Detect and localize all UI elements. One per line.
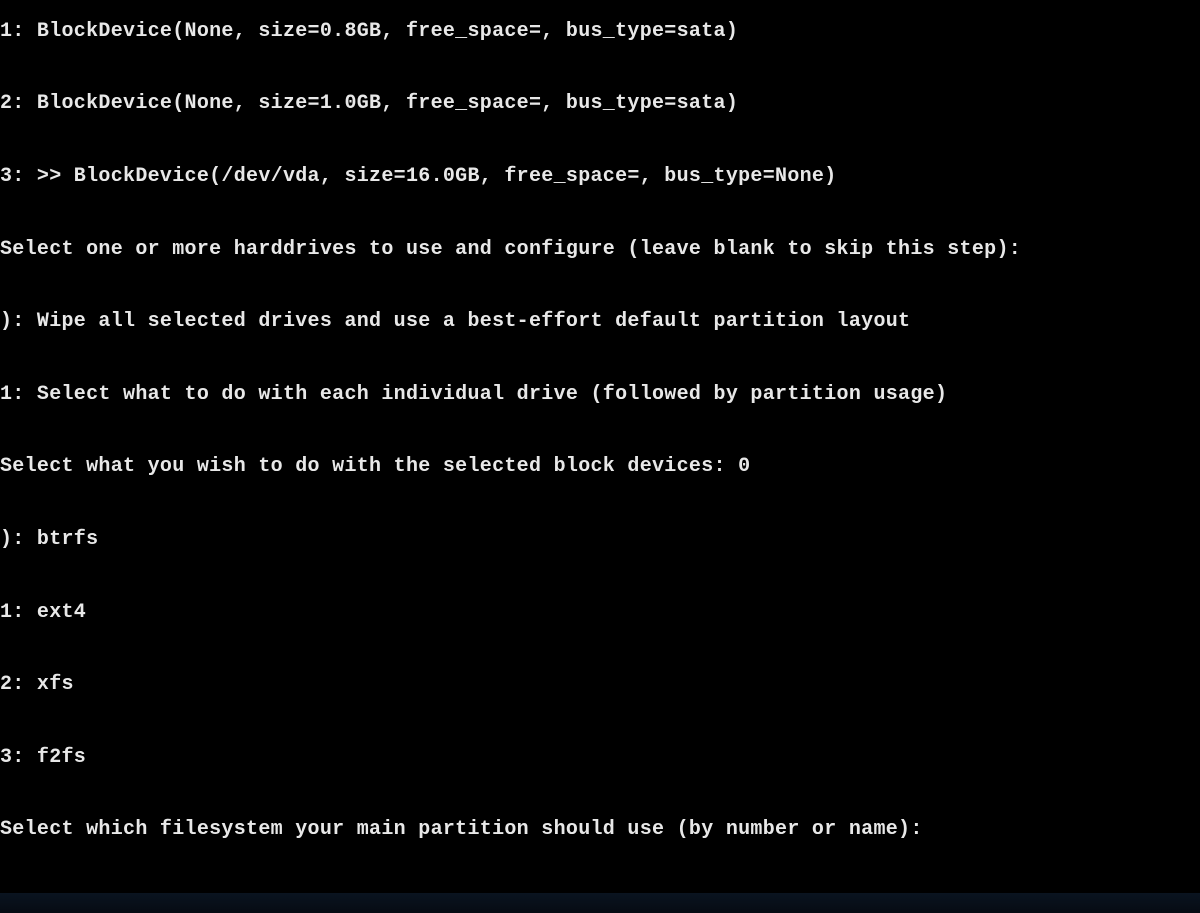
output-line: 3: >> BlockDevice(/dev/vda, size=16.0GB,… bbox=[0, 165, 1200, 189]
output-line: ): btrfs bbox=[0, 528, 1200, 552]
output-line: ): Wipe all selected drives and use a be… bbox=[0, 310, 1200, 334]
prompt-line[interactable]: Select which filesystem your main partit… bbox=[0, 818, 1200, 842]
output-line: 2: xfs bbox=[0, 673, 1200, 697]
prompt-text: Select which filesystem your main partit… bbox=[0, 818, 923, 841]
output-line: 1: BlockDevice(None, size=0.8GB, free_sp… bbox=[0, 20, 1200, 44]
bottom-gradient-bar bbox=[0, 893, 1200, 913]
output-line: Select what you wish to do with the sele… bbox=[0, 455, 1200, 479]
output-line: Select one or more harddrives to use and… bbox=[0, 238, 1200, 262]
output-line: 1: ext4 bbox=[0, 601, 1200, 625]
terminal-window[interactable]: ): BlockDevice(/run/archiso/bootmnt/arch… bbox=[0, 0, 1200, 913]
output-line: 2: BlockDevice(None, size=1.0GB, free_sp… bbox=[0, 92, 1200, 116]
output-line: 1: Select what to do with each individua… bbox=[0, 383, 1200, 407]
terminal-output: ): BlockDevice(/run/archiso/bootmnt/arch… bbox=[0, 0, 1200, 891]
output-line: 3: f2fs bbox=[0, 746, 1200, 770]
